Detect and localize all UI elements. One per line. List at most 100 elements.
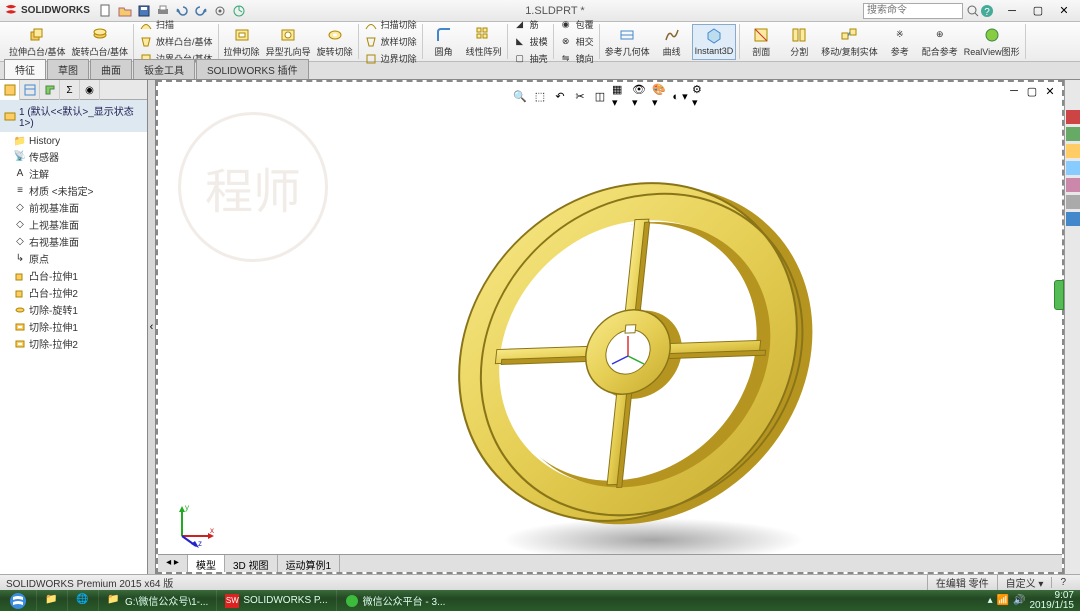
taskbar-explorer-window[interactable]: 📁G:\微信公众号\1-... (98, 590, 216, 611)
hide-show-icon[interactable]: 👁 ▾ (632, 88, 648, 104)
tree-material[interactable]: ≡材质 <未指定> (2, 182, 145, 199)
wrap-button[interactable]: ◉包覆 (557, 17, 596, 33)
realview-button[interactable]: RealView图形 (962, 24, 1022, 60)
display-style-icon[interactable]: ▦ ▾ (612, 88, 628, 104)
tree-feature-3[interactable]: 切除-旋转1 (2, 301, 145, 318)
view-settings-icon[interactable]: ⚙ ▾ (692, 88, 708, 104)
tree-feature-2[interactable]: 凸台-拉伸2 (2, 284, 145, 301)
revolve-boss-button[interactable]: 旋转凸台/基体 (70, 24, 131, 60)
ref-geometry-button[interactable]: 参考几何体 (603, 24, 652, 60)
tree-root[interactable]: 1 (默认<<默认>_显示状态 1>) (0, 100, 147, 132)
taskbar-pinned-2[interactable]: 🌐 (67, 590, 98, 611)
shell-button[interactable]: ▢抽壳 (511, 51, 550, 67)
taskpane-file-explorer-icon[interactable] (1066, 144, 1080, 158)
vp-maximize-button[interactable]: ▢ (1024, 84, 1040, 98)
vp-close-button[interactable]: ✕ (1042, 84, 1058, 98)
tree-annotations[interactable]: A注解 (2, 165, 145, 182)
status-help-icon[interactable]: ? (1051, 577, 1074, 588)
graphics-viewport[interactable]: 程师 🔍 ⬚ ↶ ✂ ◫ ▦ ▾ 👁 ▾ 🎨 ▾ ◐ ▾ ⚙ ▾ ─ ▢ ✕ (156, 80, 1064, 574)
tree-front-plane[interactable]: ◇前视基准面 (2, 199, 145, 216)
mirror-button[interactable]: ⇋镜向 (557, 51, 596, 67)
tree-tab-dim[interactable]: Σ (60, 80, 80, 100)
3dview-tab[interactable]: 3D 视图 (225, 555, 278, 572)
tab-feature[interactable]: 特征 (4, 59, 46, 79)
tree-feature-4[interactable]: 切除-拉伸1 (2, 318, 145, 335)
taskpane-design-library-icon[interactable] (1066, 127, 1080, 141)
taskpane-forum-icon[interactable] (1066, 212, 1080, 226)
apply-scene-icon[interactable]: ◐ ▾ (672, 88, 688, 104)
extrude-cut-button[interactable]: 拉伸切除 (222, 24, 262, 60)
vp-minimize-button[interactable]: ─ (1006, 84, 1022, 98)
taskpane-resources-icon[interactable] (1066, 110, 1080, 124)
extrude-boss-button[interactable]: 拉伸凸台/基体 (7, 24, 68, 60)
taskpane-custom-props-icon[interactable] (1066, 195, 1080, 209)
view-triad[interactable]: y x z (170, 500, 218, 548)
tray-network-icon[interactable]: 📶 (997, 595, 1009, 606)
tree-tab-property[interactable] (20, 80, 40, 100)
taskbar-pinned-1[interactable]: 📁 (36, 590, 67, 611)
open-button[interactable] (117, 3, 133, 19)
tree-collapse-handle[interactable]: ‹ (148, 80, 156, 574)
tree-tab-display[interactable]: ◉ (80, 80, 100, 100)
taskpane-appearances-icon[interactable] (1066, 178, 1080, 192)
hole-wizard-button[interactable]: 异型孔向导 (264, 24, 313, 60)
tree-top-plane[interactable]: ◇上视基准面 (2, 216, 145, 233)
minimize-button[interactable]: ─ (1000, 3, 1024, 19)
tree-right-plane[interactable]: ◇右视基准面 (2, 233, 145, 250)
taskbar-wechat-window[interactable]: 微信公众平台 - 3... (336, 590, 454, 611)
zoom-area-icon[interactable]: ⬚ (532, 88, 548, 104)
tab-sketch[interactable]: 草图 (47, 59, 89, 79)
side-flyout-tab[interactable] (1054, 280, 1064, 310)
new-button[interactable] (98, 3, 114, 19)
view-orientation-icon[interactable]: ◫ (592, 88, 608, 104)
linear-pattern-button[interactable]: 线性阵列 (464, 24, 504, 60)
maximize-button[interactable]: ▢ (1026, 3, 1050, 19)
revolve-cut-button[interactable]: 旋转切除 (315, 24, 355, 60)
sweep-button[interactable]: 扫描 (137, 17, 215, 33)
tray-clock[interactable]: 9:07 2019/1/15 (1030, 591, 1075, 611)
search-icon[interactable] (966, 4, 980, 18)
section-button[interactable]: 剖面 (743, 24, 779, 60)
loft-cut-button[interactable]: 放样切除 (362, 34, 419, 50)
motion-tab[interactable]: 运动算例1 (278, 555, 341, 572)
zoom-fit-icon[interactable]: 🔍 (512, 88, 528, 104)
search-commands-input[interactable] (863, 3, 963, 19)
taskpane-view-palette-icon[interactable] (1066, 161, 1080, 175)
tree-tab-config[interactable] (40, 80, 60, 100)
rib-button[interactable]: ◢筋 (511, 17, 550, 33)
tray-up-icon[interactable]: ▴ (988, 595, 993, 606)
boundary-cut-button[interactable]: 边界切除 (362, 51, 419, 67)
loft-button[interactable]: 放样凸台/基体 (137, 34, 215, 50)
tab-surface[interactable]: 曲面 (90, 59, 132, 79)
mate-ref-button[interactable]: ⊕配合参考 (920, 24, 960, 60)
tree-feature-1[interactable]: 凸台-拉伸1 (2, 267, 145, 284)
move-copy-button[interactable]: 移动/复制实体 (819, 24, 880, 60)
tree-origin[interactable]: ↳原点 (2, 250, 145, 267)
help-button[interactable]: ? (980, 4, 994, 18)
start-button[interactable] (0, 590, 36, 611)
tab-sheetmetal[interactable]: 钣金工具 (133, 59, 195, 79)
tree-history[interactable]: 📁History (2, 134, 145, 148)
instant3d-button[interactable]: Instant3D (692, 24, 737, 60)
intersect-button[interactable]: ⊗相交 (557, 34, 596, 50)
tree-tab-feature[interactable] (0, 80, 20, 100)
previous-view-icon[interactable]: ↶ (552, 88, 568, 104)
taskbar-solidworks-window[interactable]: SWSOLIDWORKS P... (216, 590, 335, 611)
close-button[interactable]: ✕ (1052, 3, 1076, 19)
system-tray[interactable]: ▴ 📶 🔊 9:07 2019/1/15 (982, 591, 1080, 611)
edit-appearance-icon[interactable]: 🎨 ▾ (652, 88, 668, 104)
section-view-icon[interactable]: ✂ (572, 88, 588, 104)
tray-volume-icon[interactable]: 🔊 (1013, 595, 1025, 606)
split-button[interactable]: 分割 (781, 24, 817, 60)
fillet-button[interactable]: 圆角 (426, 24, 462, 60)
rebuild-button[interactable] (231, 3, 247, 19)
sweep-cut-button[interactable]: 扫描切除 (362, 17, 419, 33)
reference-button[interactable]: ※参考 (882, 24, 918, 60)
curves-button[interactable]: 曲线 (654, 24, 690, 60)
tree-feature-5[interactable]: 切除-拉伸2 (2, 335, 145, 352)
model-tab[interactable]: 模型 (188, 555, 225, 572)
draft-button[interactable]: ◣拔模 (511, 34, 550, 50)
status-custom[interactable]: 自定义 ▾ (997, 575, 1052, 590)
tab-plugins[interactable]: SOLIDWORKS 插件 (196, 59, 309, 79)
tree-sensors[interactable]: 📡传感器 (2, 148, 145, 165)
